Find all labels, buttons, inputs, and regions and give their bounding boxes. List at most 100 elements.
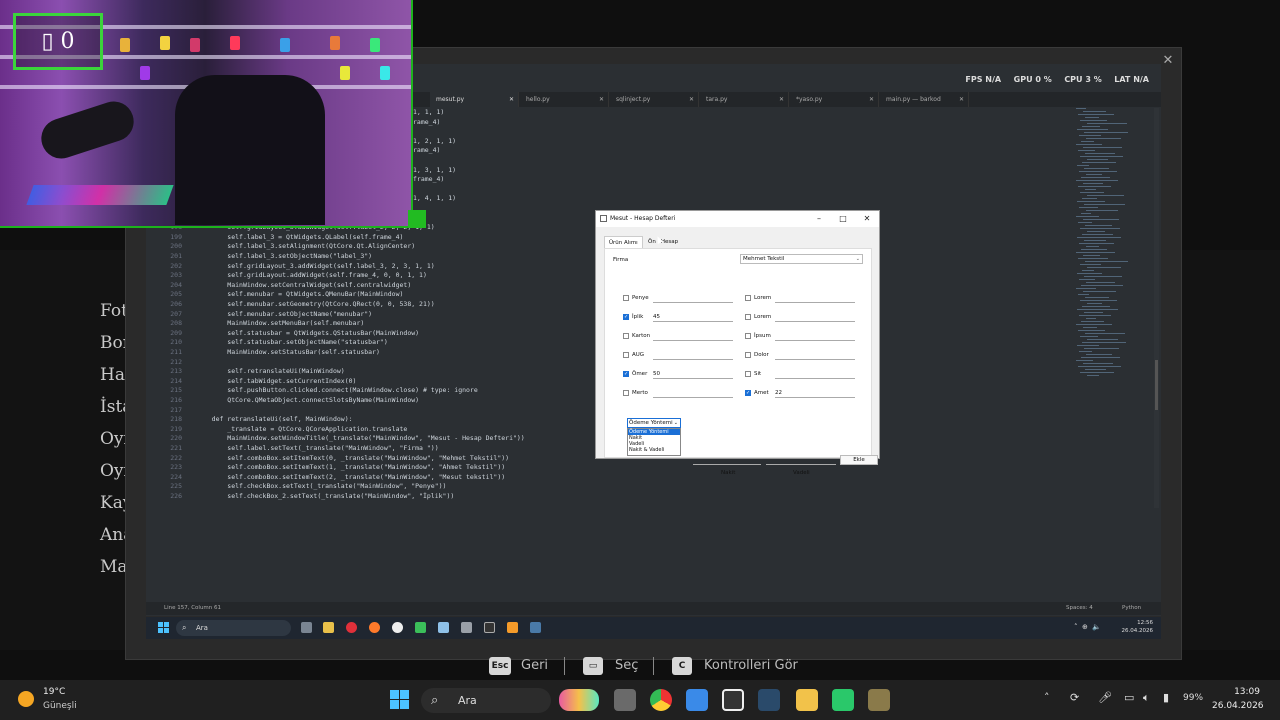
checkbox[interactable] xyxy=(745,333,751,339)
code-line[interactable]: self.menubar.setGeometry(QtCore.QRect(0,… xyxy=(196,300,434,308)
opera-icon[interactable] xyxy=(346,622,357,633)
code-line[interactable]: rame_4) xyxy=(413,118,440,126)
inner-search-box[interactable]: ⌕ Ara xyxy=(176,620,291,636)
amount-input[interactable] xyxy=(653,294,733,303)
code-line[interactable]: self.label_3.setObjectName("label_3") xyxy=(196,252,372,260)
minimize-icon[interactable]: – xyxy=(811,214,827,223)
odeme-dropdown-list[interactable]: Ödeme Yöntemi Nakit Vadeli Nakit & Vadeli xyxy=(627,428,681,456)
inner-clock[interactable]: 12:56 26.04.2026 xyxy=(1122,619,1154,635)
editor-tab[interactable]: tara.py ✕ xyxy=(700,92,789,107)
weather-temp[interactable]: 19°C xyxy=(43,687,65,697)
code-line[interactable]: _translate = QtCore.QCoreApplication.tra… xyxy=(196,425,407,433)
chrome-icon[interactable] xyxy=(650,689,672,711)
checkbox[interactable] xyxy=(745,352,751,358)
code-line[interactable]: self.checkBox.setText(_translate("MainWi… xyxy=(196,482,446,490)
code-line[interactable]: self.gridLayout.addWidget(self.frame_4, … xyxy=(196,271,427,279)
code-line[interactable]: frame_4) xyxy=(413,175,444,183)
checkbox[interactable] xyxy=(623,390,629,396)
code-line[interactable]: 1, 3, 1, 1) xyxy=(413,166,456,174)
amount-input[interactable] xyxy=(775,332,855,341)
code-line[interactable]: rame_4) xyxy=(413,146,440,154)
store-icon[interactable] xyxy=(686,689,708,711)
vivaldi-icon[interactable] xyxy=(722,689,744,711)
code-line[interactable]: MainWindow.setMenuBar(self.menubar) xyxy=(196,319,364,327)
editor-tab[interactable]: mesut.py ✕ xyxy=(430,92,519,107)
clock-date[interactable]: 26.04.2026 xyxy=(1212,701,1264,711)
code-line[interactable]: MainWindow.setWindowTitle(_translate("Ma… xyxy=(196,434,524,442)
scroll-thumb[interactable] xyxy=(1155,360,1158,410)
amount-input[interactable] xyxy=(775,294,855,303)
steam-icon[interactable] xyxy=(758,689,780,711)
chat-icon[interactable] xyxy=(415,622,426,633)
code-line[interactable]: self.label.setText(_translate("MainWindo… xyxy=(196,444,438,452)
microphone-icon[interactable]: 🎤︎ xyxy=(1098,691,1112,704)
nakit-input[interactable] xyxy=(693,455,761,465)
checkbox[interactable] xyxy=(623,333,629,339)
hint-label[interactable]: Seç xyxy=(615,657,638,675)
amount-input[interactable] xyxy=(653,332,733,341)
code-line[interactable]: self.retranslateUi(MainWindow) xyxy=(196,367,344,375)
editor-tab[interactable]: sqlinject.py ✕ xyxy=(610,92,699,107)
code-line[interactable]: def retranslateUi(self, MainWindow): xyxy=(196,415,353,423)
terminal-icon[interactable] xyxy=(484,622,495,633)
editor-tab[interactable]: main.py — barkod ✕ xyxy=(880,92,969,107)
windows-start-icon[interactable] xyxy=(158,622,169,633)
dialog-titlebar[interactable]: Mesut - Hesap Defteri – □ ✕ xyxy=(596,211,879,227)
checkbox[interactable] xyxy=(623,371,629,377)
amount-input[interactable]: 22 xyxy=(775,389,855,398)
game-icon[interactable] xyxy=(868,689,890,711)
code-line[interactable]: self.label_3.setAlignment(QtCore.Qt.Alig… xyxy=(196,242,415,250)
code-line[interactable]: self.label_3 = QtWidgets.QLabel(self.fra… xyxy=(196,233,403,241)
amount-input[interactable]: 50 xyxy=(653,370,733,379)
task-view-icon[interactable] xyxy=(301,622,312,633)
close-icon[interactable]: ✕ xyxy=(779,92,784,107)
code-line[interactable]: self.pushButton.clicked.connect(MainWind… xyxy=(196,386,477,394)
stack-icon[interactable] xyxy=(461,622,472,633)
code-line[interactable]: QtCore.QMetaObject.connectSlotsByName(Ma… xyxy=(196,396,419,404)
code-line[interactable]: self.comboBox.setItemText(2, _translate(… xyxy=(196,473,505,481)
amount-input[interactable] xyxy=(775,351,855,360)
weather-desc[interactable]: Güneşli xyxy=(43,701,77,711)
close-icon[interactable]: ✕ xyxy=(689,92,694,107)
close-icon[interactable]: ✕ xyxy=(1161,54,1175,68)
close-icon[interactable]: ✕ xyxy=(959,92,964,107)
volume-icon[interactable]: 🔈︎ xyxy=(1143,691,1150,705)
code-line[interactable]: self.statusbar = QtWidgets.QStatusBar(Ma… xyxy=(196,329,419,337)
maximize-icon[interactable]: □ xyxy=(835,214,851,223)
windows-start-icon[interactable] xyxy=(390,690,409,709)
checkbox[interactable] xyxy=(623,352,629,358)
checkbox[interactable] xyxy=(745,314,751,320)
tab-on-hesap[interactable]: Ön i Hesap xyxy=(644,236,682,248)
file-explorer-icon[interactable] xyxy=(796,689,818,711)
close-icon[interactable]: ✕ xyxy=(509,92,514,107)
code-line[interactable]: MainWindow.setStatusBar(self.statusbar) xyxy=(196,348,380,356)
sun-icon[interactable] xyxy=(18,691,34,707)
minimap[interactable] xyxy=(1072,108,1142,388)
task-view-icon[interactable] xyxy=(614,689,636,711)
code-line[interactable]: 1, 2, 1, 1) xyxy=(413,137,456,145)
amount-input[interactable] xyxy=(653,351,733,360)
steam-icon[interactable] xyxy=(530,622,541,633)
hint-label[interactable]: Kontrolleri Gör xyxy=(704,657,798,675)
checkbox[interactable] xyxy=(745,390,751,396)
firefox-icon[interactable] xyxy=(369,622,380,633)
amount-input[interactable] xyxy=(653,389,733,398)
media-player-icon[interactable] xyxy=(392,622,403,633)
vadeli-input[interactable] xyxy=(766,455,836,465)
code-line[interactable]: self.statusbar.setObjectName("statusbar"… xyxy=(196,338,387,346)
code-line[interactable]: MainWindow.setCentralWidget(self.central… xyxy=(196,281,411,289)
firma-combobox[interactable]: Mehmet Tekstil ⌄ xyxy=(740,254,863,264)
editor-tab[interactable]: *yaso.py ✕ xyxy=(790,92,879,107)
checkbox[interactable] xyxy=(745,371,751,377)
code-line[interactable]: self.menubar = QtWidgets.QMenuBar(MainWi… xyxy=(196,290,403,298)
notepad-icon[interactable] xyxy=(438,622,449,633)
code-line[interactable]: self.comboBox.setItemText(0, _translate(… xyxy=(196,454,509,462)
editor-tab[interactable]: hello.py ✕ xyxy=(520,92,609,107)
hint-label[interactable]: Geri xyxy=(521,657,548,675)
odeme-yontemi-combobox[interactable]: Ödeme Yöntemi ⌄ xyxy=(627,418,681,428)
language-mode[interactable]: Python xyxy=(1122,602,1141,615)
ekle-button[interactable]: Ekle xyxy=(840,455,878,465)
indent-setting[interactable]: Spaces: 4 xyxy=(1066,602,1093,615)
search-box[interactable]: ⌕ Ara xyxy=(421,688,551,713)
inner-tray-icons[interactable]: ˄ ⊕ 🔈 xyxy=(1074,623,1101,631)
